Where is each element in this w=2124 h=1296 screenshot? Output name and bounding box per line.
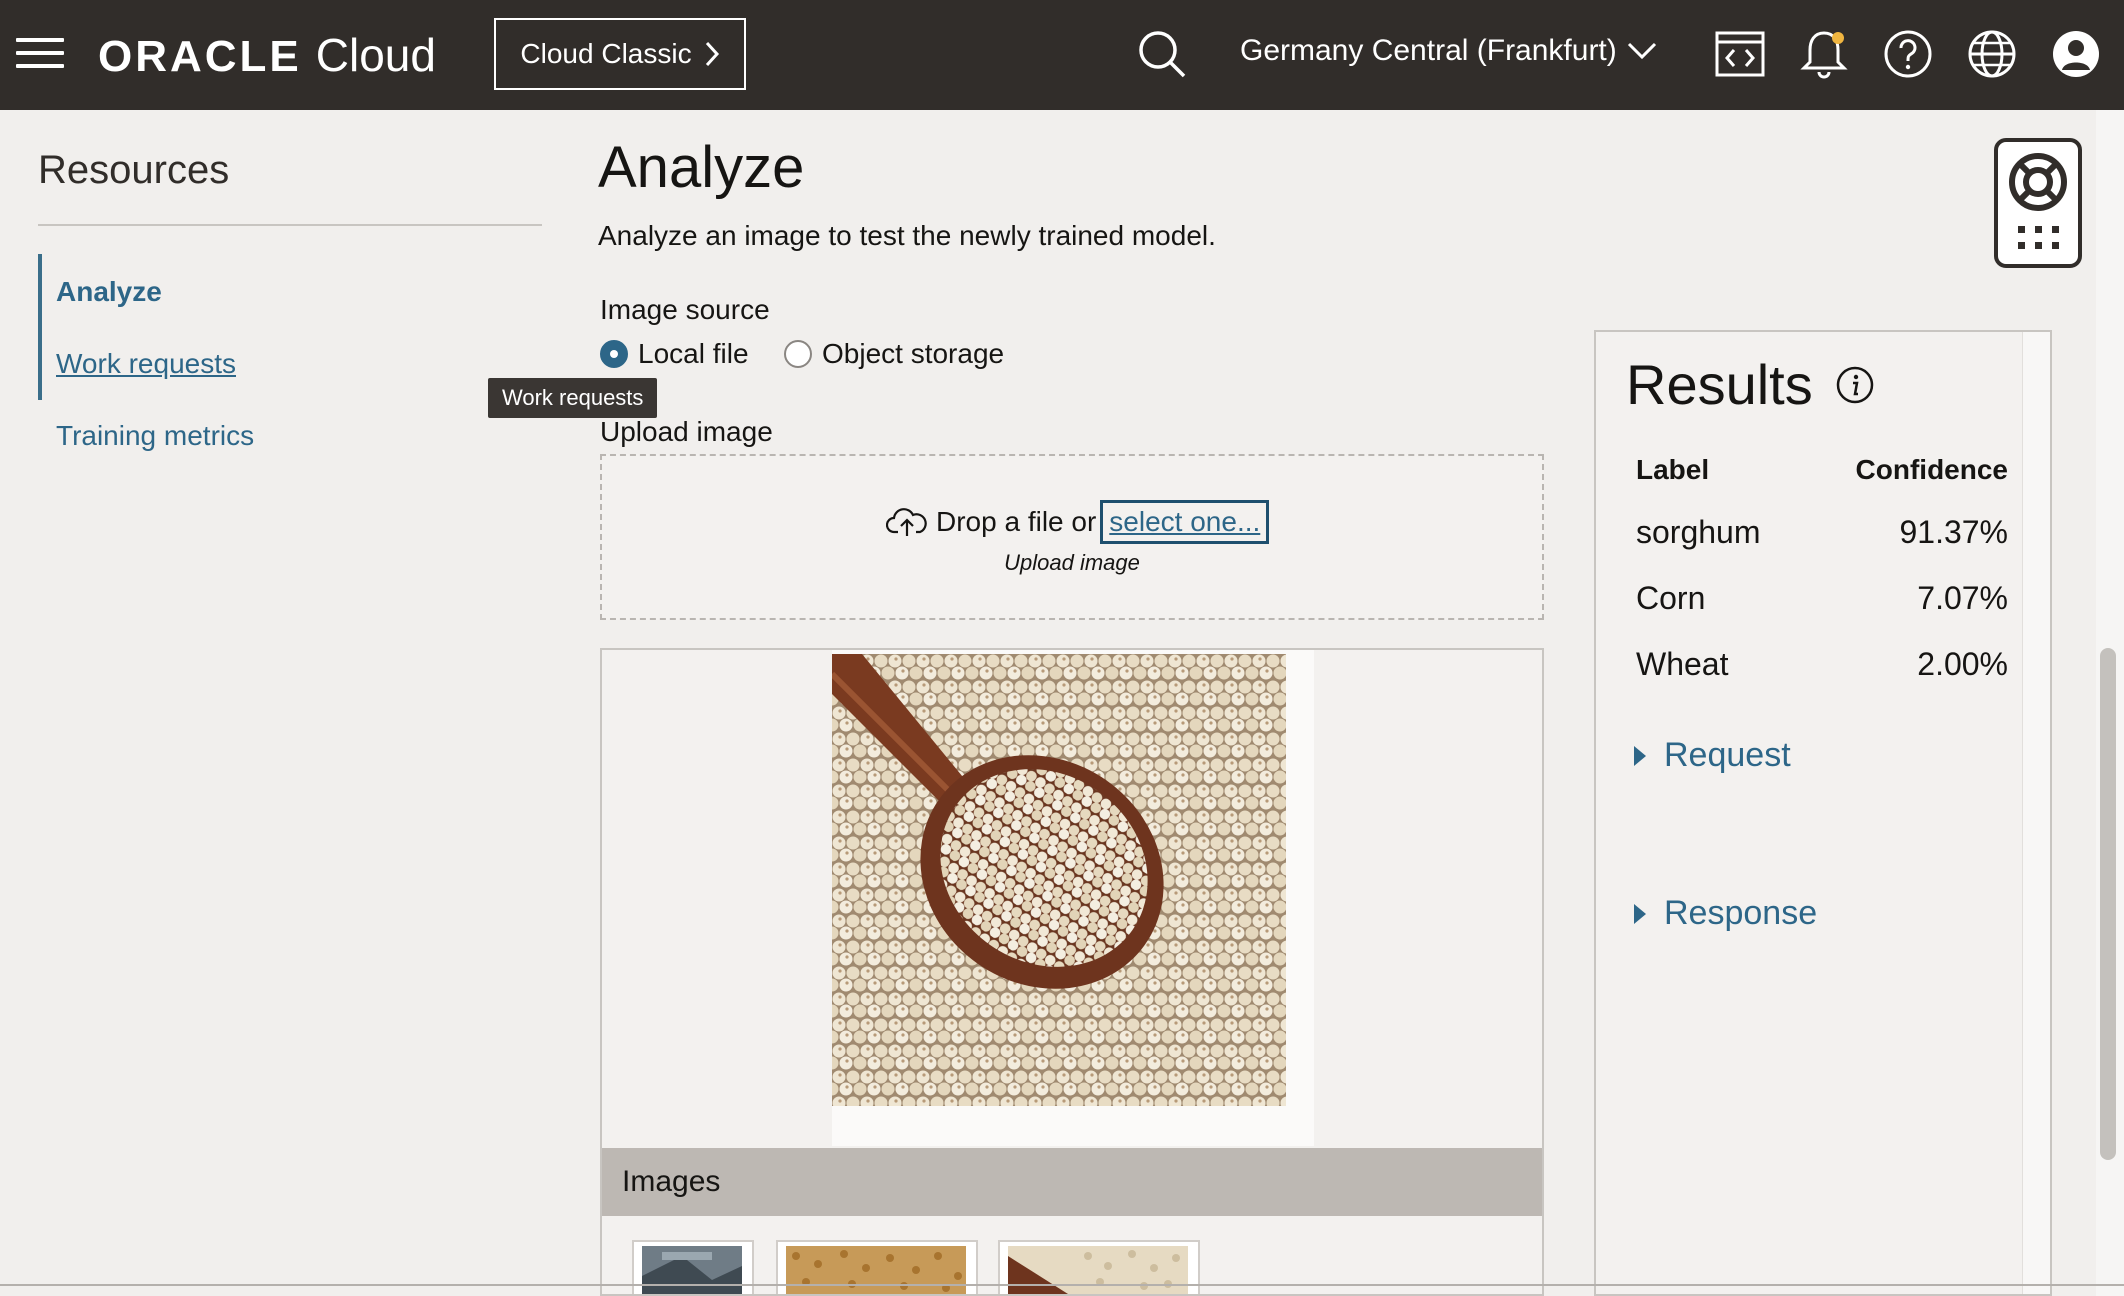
results-panel: Results Label Confidence sorghum 91.37% … (1594, 330, 2052, 1296)
caret-right-icon (1634, 903, 1646, 924)
page-description: Analyze an image to test the newly train… (598, 220, 1216, 251)
brand-product: Cloud (315, 29, 436, 81)
tooltip: Work requests (488, 378, 658, 418)
cloud-upload-icon (886, 508, 927, 536)
thumbnail-image (786, 1246, 966, 1294)
thumbnail-image (642, 1246, 742, 1294)
image-preview (832, 654, 1286, 1106)
thumbnail-selected[interactable] (998, 1240, 1200, 1294)
upload-image-label: Upload image (600, 416, 773, 447)
apps-grid-icon (2018, 226, 2059, 249)
radio-selected-icon (600, 340, 628, 368)
result-label: Wheat (1636, 646, 1729, 682)
cloud-classic-button[interactable]: Cloud Classic (494, 18, 746, 90)
page-title: Analyze (598, 135, 805, 200)
result-label: sorghum (1636, 514, 1761, 550)
radio-label: Local file (638, 338, 749, 369)
help-icon[interactable] (1882, 28, 1934, 80)
result-confidence: 91.37% (1899, 514, 2008, 550)
image-panel: Images (600, 648, 1544, 1296)
thumbnail[interactable] (632, 1240, 754, 1294)
dropzone-caption: Upload image (1004, 550, 1140, 575)
chevron-down-icon (1627, 42, 1656, 60)
results-content: Results Label Confidence sorghum 91.37% … (1596, 332, 2024, 1294)
request-expander[interactable]: Request (1634, 736, 1791, 775)
select-file-link[interactable]: select one... (1100, 500, 1270, 544)
response-label: Response (1664, 894, 1818, 932)
page-scrollbar-thumb[interactable] (2100, 648, 2116, 1160)
user-avatar-icon[interactable] (2050, 28, 2102, 80)
resources-title: Resources (38, 148, 230, 192)
lifebuoy-icon (2009, 153, 2067, 249)
request-label: Request (1664, 736, 1791, 774)
sidebar-item-work-requests[interactable]: Work requests (56, 348, 236, 380)
help-widget[interactable] (1994, 138, 2082, 268)
sidebar-item-analyze[interactable]: Analyze (56, 276, 162, 308)
image-source-label: Image source (600, 294, 770, 325)
region-selector[interactable]: Germany Central (Frankfurt) (1240, 34, 1657, 68)
results-scrollbar[interactable] (2022, 332, 2050, 1294)
bell-icon[interactable] (1798, 28, 1850, 80)
divider (0, 1284, 2124, 1286)
sidebar-item-training-metrics[interactable]: Training metrics (56, 420, 254, 452)
divider (38, 224, 542, 226)
radio-unselected-icon (784, 340, 812, 368)
globe-icon[interactable] (1966, 28, 2018, 80)
search-icon[interactable] (1136, 28, 1188, 80)
menu-icon[interactable] (16, 38, 64, 68)
radio-object-storage[interactable]: Object storage (784, 338, 1004, 370)
file-dropzone[interactable]: Drop a file or select one... Upload imag… (600, 454, 1544, 620)
chevron-right-icon (705, 41, 719, 67)
caret-right-icon (1634, 745, 1646, 766)
cloud-classic-label: Cloud Classic (520, 38, 692, 69)
brand-name: ORACLE (98, 32, 302, 81)
result-confidence: 7.07% (1917, 580, 2008, 616)
drop-text: Drop a file or (936, 506, 1097, 537)
info-icon[interactable] (1835, 365, 1875, 405)
column-header-confidence: Confidence (1855, 454, 2008, 485)
active-indicator (38, 254, 42, 400)
thumbnail[interactable] (776, 1240, 978, 1294)
images-section-header: Images (602, 1148, 1542, 1216)
code-editor-icon[interactable] (1714, 28, 1766, 80)
drop-line: Drop a file or select one... (886, 500, 1270, 544)
results-title: Results (1626, 353, 1813, 416)
radio-local-file[interactable]: Local file (600, 338, 749, 370)
results-title-row: Results (1626, 352, 1875, 417)
result-label: Corn (1636, 580, 1706, 616)
top-header: ORACLE Cloud Cloud Classic Germany Centr… (0, 0, 2124, 110)
column-header-label: Label (1636, 454, 1710, 485)
result-confidence: 2.00% (1917, 646, 2008, 682)
response-expander[interactable]: Response (1634, 894, 1817, 933)
region-label: Germany Central (Frankfurt) (1240, 34, 1617, 67)
thumbnail-image (1008, 1246, 1188, 1294)
radio-label: Object storage (822, 338, 1005, 369)
oracle-cloud-logo[interactable]: ORACLE Cloud (98, 28, 436, 82)
